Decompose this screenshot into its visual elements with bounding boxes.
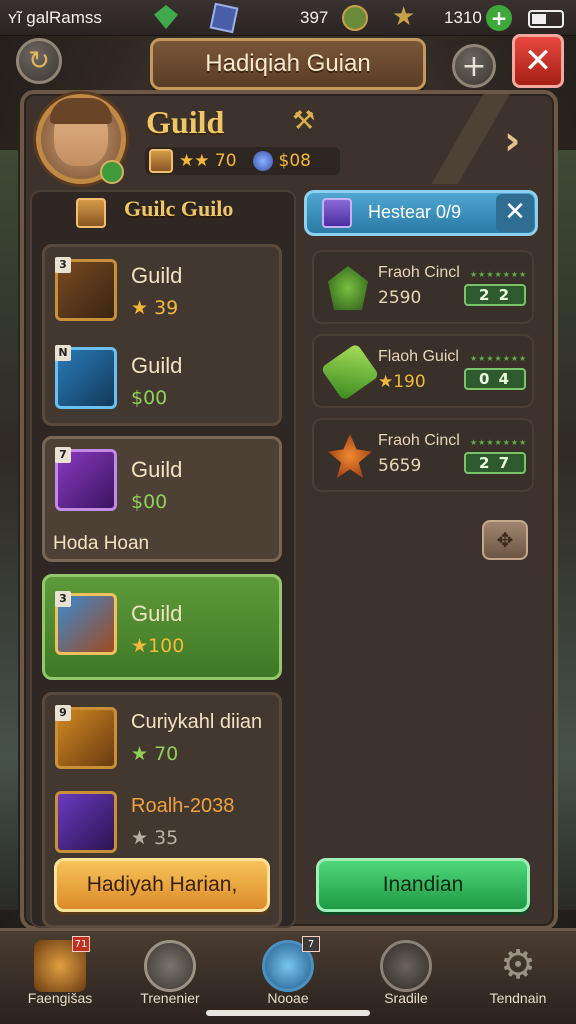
leaf-icon bbox=[328, 266, 368, 310]
row-stars: ★★★★★★★ bbox=[470, 354, 528, 363]
item-name: Guild bbox=[131, 353, 183, 378]
chest-icon bbox=[149, 149, 173, 173]
reward-card-selected[interactable]: 3 Guild ★100 bbox=[42, 574, 282, 680]
left-scene-edge bbox=[0, 150, 18, 910]
refresh-button[interactable]: ↻ bbox=[16, 38, 62, 84]
profile-stats: ★★ 70 $08 bbox=[145, 147, 340, 175]
item-price: ★100 bbox=[131, 635, 185, 657]
daily-reward-button[interactable]: Hadiyah Harian, bbox=[54, 858, 270, 912]
item-price: $00 bbox=[131, 387, 168, 409]
coins-value: $08 bbox=[278, 151, 311, 171]
right-scene-edge bbox=[558, 150, 576, 910]
item-price: ★ 39 bbox=[131, 297, 179, 319]
row-badge: 2 7 bbox=[464, 452, 526, 474]
panel-decoration bbox=[430, 94, 510, 184]
item-price: $00 bbox=[131, 491, 168, 513]
row-stars: ★★★★★★★ bbox=[470, 438, 528, 447]
add-currency-button[interactable]: + bbox=[486, 5, 512, 31]
star-icon: ★ bbox=[392, 2, 416, 32]
row-badge: 0 4 bbox=[464, 368, 526, 390]
item-name: Roalh-2038 bbox=[131, 795, 235, 817]
level-badge: 3 bbox=[55, 591, 71, 607]
nav-item-0[interactable]: 71 Faengišas bbox=[8, 934, 112, 1018]
confirm-button[interactable]: Inandian bbox=[316, 858, 530, 912]
hammer-icon: ⚒ bbox=[292, 106, 316, 136]
title-banner: Hadiqiah Guian bbox=[150, 38, 426, 90]
close-icon: ✕ bbox=[523, 41, 553, 81]
expand-button[interactable]: ✥ bbox=[482, 520, 528, 560]
nav-label: Trenenier bbox=[140, 990, 200, 1006]
row-value: ★190 bbox=[378, 372, 426, 392]
nav-item-1[interactable]: Trenenier bbox=[118, 934, 222, 1018]
row-badge: 2 2 bbox=[464, 284, 526, 306]
stars-value: ★★ 70 bbox=[179, 151, 237, 171]
list-item[interactable]: Fraoh Cincl ★★★★★★★ 5659 2 7 bbox=[312, 418, 534, 492]
crossed-swords-icon bbox=[144, 940, 196, 992]
tab-label: Hestear 0/9 bbox=[368, 202, 462, 222]
crystal-icon bbox=[209, 2, 239, 34]
puzzle-icon: ✥ bbox=[496, 528, 514, 552]
status-bar: ʏĩ galRamss 397 ★ 1310 + bbox=[0, 0, 576, 36]
row-name: Fraoh Cincl bbox=[378, 432, 460, 449]
item-name: Guild bbox=[131, 601, 183, 626]
home-indicator[interactable] bbox=[206, 1010, 370, 1016]
nav-item-4[interactable]: ⚙ Tendnain bbox=[466, 934, 570, 1018]
close-button[interactable]: ✕ bbox=[512, 34, 564, 88]
guild-title: Guild bbox=[146, 104, 225, 140]
app-name: ʏĩ galRamss bbox=[8, 8, 102, 27]
nav-badge: 7 bbox=[302, 936, 320, 952]
stat1-value: 397 bbox=[300, 8, 329, 27]
tab-close-button[interactable]: ✕ bbox=[496, 194, 534, 232]
nav-item-3[interactable]: Sradile bbox=[354, 934, 458, 1018]
gear-icon: ⚙ bbox=[500, 942, 536, 988]
item-name: Guild bbox=[131, 457, 183, 482]
item-price: ★ 35 bbox=[131, 827, 179, 849]
close-icon: ✕ bbox=[504, 197, 526, 227]
nav-badge: 71 bbox=[72, 936, 90, 952]
next-chevron-icon[interactable]: › bbox=[504, 118, 520, 164]
level-badge: N bbox=[55, 345, 71, 361]
add-button[interactable]: + bbox=[452, 44, 496, 88]
reward-card[interactable]: 7 Guild $00 Hoda Hoan bbox=[42, 436, 282, 562]
nav-label: Sradile bbox=[384, 990, 428, 1006]
nav-label: Tendnain bbox=[489, 990, 547, 1006]
item-subtitle: Hoda Hoan bbox=[53, 533, 150, 554]
nav-label: Faengišas bbox=[27, 990, 93, 1006]
avatar-hair bbox=[50, 98, 112, 124]
item-name: Guild bbox=[131, 263, 183, 288]
level-badge: 7 bbox=[55, 447, 71, 463]
cube-icon bbox=[322, 198, 352, 228]
list-item[interactable]: Flaoh Guicl ★★★★★★★ ★190 0 4 bbox=[312, 334, 534, 408]
reward-card[interactable]: 3 Guild ★ 39 N Guild $00 bbox=[42, 244, 282, 426]
item-name: Curiykahl diian bbox=[131, 711, 263, 733]
section-heading: Guilc Guilo bbox=[124, 196, 234, 221]
row-name: Fraoh Cincl bbox=[378, 264, 460, 281]
nav-label: Nooae bbox=[267, 990, 309, 1006]
potion-icon bbox=[55, 791, 117, 853]
medal-icon bbox=[342, 5, 368, 31]
stat2-value: 1310 bbox=[444, 8, 482, 27]
row-name: Flaoh Guicl bbox=[378, 348, 459, 365]
online-badge-icon bbox=[100, 160, 124, 184]
row-value: 5659 bbox=[378, 456, 422, 476]
row-value: 2590 bbox=[378, 288, 422, 308]
clock-icon bbox=[380, 940, 432, 992]
level-badge: 3 bbox=[55, 257, 71, 273]
page-title: Hadiqiah Guian bbox=[205, 50, 371, 77]
list-item[interactable]: Fraoh Cincl ★★★★★★★ 2590 2 2 bbox=[312, 250, 534, 324]
orb-icon bbox=[252, 151, 273, 171]
row-stars: ★★★★★★★ bbox=[470, 270, 528, 279]
scroll-icon bbox=[320, 342, 380, 402]
emerald-icon bbox=[154, 5, 178, 29]
flame-icon bbox=[328, 434, 372, 478]
nav-item-2[interactable]: 7 Nooae bbox=[236, 934, 340, 1018]
refresh-icon: ↻ bbox=[28, 46, 50, 76]
chest-icon bbox=[76, 198, 106, 228]
plus-icon: + bbox=[461, 48, 487, 84]
battery-icon bbox=[528, 10, 564, 28]
item-price: ★ 70 bbox=[131, 743, 179, 765]
level-badge: 9 bbox=[55, 705, 71, 721]
